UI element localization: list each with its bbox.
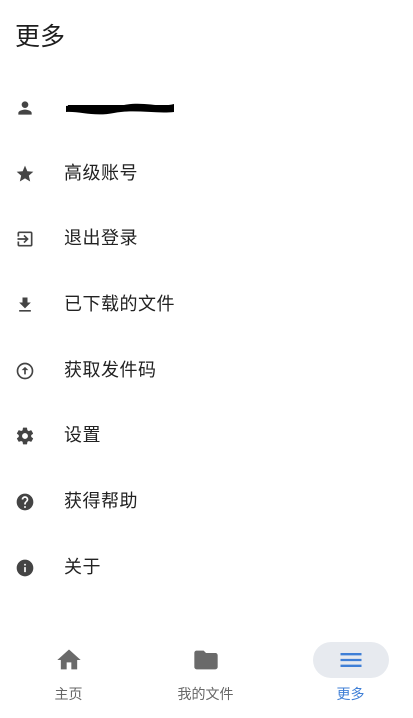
get-help-item[interactable]: 获得帮助 (0, 469, 413, 535)
tab-home[interactable]: 主页 (0, 632, 137, 718)
more-menu: 高级账号 退出登录 已下载的文件 获取发件码 设置 获得帮助 关于 (0, 75, 413, 601)
bottom-navigation: 主页 我的文件 更多 (0, 632, 413, 718)
menu-item-label: 高级账号 (64, 162, 138, 184)
settings-item[interactable]: 设置 (0, 403, 413, 469)
help-icon (15, 492, 35, 512)
download-icon (15, 295, 35, 315)
menu-item-label: 获得帮助 (64, 490, 138, 512)
gear-icon (15, 426, 35, 446)
page-title: 更多 (15, 22, 66, 51)
home-icon (55, 646, 83, 674)
logout-icon (15, 229, 35, 249)
menu-icon (337, 646, 365, 674)
menu-item-label: 已下载的文件 (64, 293, 175, 315)
about-item[interactable]: 关于 (0, 535, 413, 601)
redacted-account-name (64, 100, 176, 116)
tab-more[interactable]: 更多 (282, 632, 413, 718)
person-icon (15, 98, 35, 118)
account-item[interactable] (0, 75, 413, 141)
info-icon (15, 558, 35, 578)
upload-circle-icon (15, 361, 35, 381)
menu-item-label: 设置 (64, 425, 101, 447)
tab-label: 主页 (54, 687, 83, 703)
menu-item-label: 退出登录 (64, 228, 138, 250)
menu-item-label: 获取发件码 (64, 359, 157, 381)
tab-label: 更多 (336, 687, 365, 703)
downloaded-files-item[interactable]: 已下载的文件 (0, 272, 413, 338)
tab-label: 我的文件 (177, 687, 234, 703)
logout-item[interactable]: 退出登录 (0, 206, 413, 272)
tab-my-files[interactable]: 我的文件 (137, 632, 274, 718)
premium-account-item[interactable]: 高级账号 (0, 141, 413, 207)
menu-item-label: 关于 (64, 556, 101, 578)
star-icon (15, 164, 35, 184)
get-send-code-item[interactable]: 获取发件码 (0, 338, 413, 404)
folder-icon (192, 646, 220, 674)
